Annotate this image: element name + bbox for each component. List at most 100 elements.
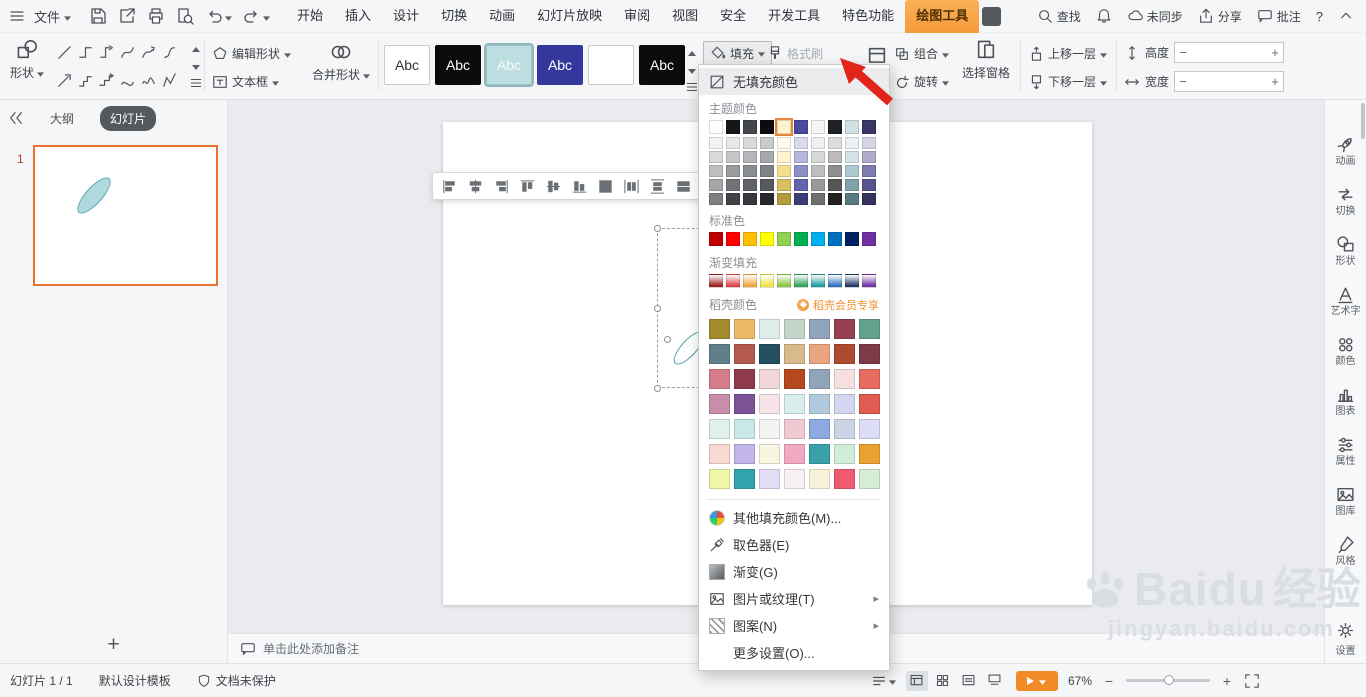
color-swatch[interactable] [811,193,825,205]
align-center-h-icon[interactable] [463,175,488,197]
color-swatch[interactable] [709,151,723,163]
color-swatch[interactable] [777,165,791,177]
distribute-h-icon[interactable] [619,175,644,197]
sidebar-item-图库[interactable]: 图库 [1336,485,1356,517]
color-swatch[interactable] [726,165,740,177]
color-swatch[interactable] [828,165,842,177]
color-swatch[interactable] [794,151,808,163]
color-swatch[interactable] [777,137,791,149]
docer-color-swatch[interactable] [759,319,780,339]
menu-tab-设计[interactable]: 设计 [382,0,430,33]
docer-color-swatch[interactable] [784,444,805,464]
sidebar-item-切换[interactable]: 切换 [1336,185,1356,217]
view-sorter-icon[interactable] [932,671,954,691]
color-swatch[interactable] [726,193,740,205]
color-swatch[interactable] [743,137,757,149]
style-scroll-down-icon[interactable] [684,61,699,77]
docer-color-swatch[interactable] [709,394,730,414]
text-style-preset-2[interactable]: Abc [435,45,481,85]
color-swatch[interactable] [743,193,757,205]
shape-preset-11[interactable] [138,67,159,93]
sidebar-item-颜色[interactable]: 颜色 [1336,335,1356,367]
color-swatch[interactable] [811,137,825,149]
selection-pane-button[interactable]: 选择窗格 [956,39,1016,81]
color-swatch[interactable] [726,137,740,149]
docer-color-swatch[interactable] [709,444,730,464]
color-swatch[interactable] [828,274,842,288]
fill-menu-item[interactable]: 取色器(E) [699,531,889,558]
docer-color-swatch[interactable] [859,444,880,464]
sidebar-item-属性[interactable]: 属性 [1336,435,1356,467]
docer-color-swatch[interactable] [709,419,730,439]
color-swatch[interactable] [845,179,859,191]
docer-color-swatch[interactable] [834,419,855,439]
color-swatch[interactable] [777,151,791,163]
docer-color-swatch[interactable] [734,394,755,414]
shape-handle[interactable] [664,336,671,343]
docer-color-swatch[interactable] [734,344,755,364]
undo-dropdown-icon[interactable] [225,9,233,24]
color-swatch[interactable] [726,151,740,163]
color-swatch[interactable] [845,151,859,163]
redo-dropdown-icon[interactable] [263,9,271,24]
slide-thumbnail[interactable] [33,145,218,286]
color-swatch[interactable] [811,274,825,288]
color-swatch[interactable] [794,179,808,191]
docer-color-swatch[interactable] [759,419,780,439]
shapes-button[interactable]: 形状 [6,39,48,81]
docer-color-swatch[interactable] [809,469,830,489]
search-button[interactable]: 查找 [1037,8,1081,25]
style-scroll-up-icon[interactable] [684,43,699,59]
distribute-v-icon[interactable] [645,175,670,197]
menu-tab-特色功能[interactable]: 特色功能 [831,0,905,33]
height-decrease-button[interactable]: − [1175,43,1191,62]
docer-color-swatch[interactable] [709,319,730,339]
color-swatch[interactable] [794,137,808,149]
color-swatch[interactable] [845,274,859,288]
gallery-scroll-down-icon[interactable] [188,57,203,73]
color-swatch[interactable] [811,232,825,246]
sidebar-item-图表[interactable]: 图表 [1336,385,1356,417]
docer-color-swatch[interactable] [834,344,855,364]
gallery-scroll-up-icon[interactable] [188,39,203,55]
selection-handle[interactable] [654,225,661,232]
color-swatch[interactable] [726,232,740,246]
color-swatch[interactable] [760,274,774,288]
docer-color-swatch[interactable] [734,469,755,489]
color-swatch[interactable] [709,179,723,191]
undo-button[interactable] [205,7,233,25]
color-swatch[interactable] [709,193,723,205]
docer-color-swatch[interactable] [859,419,880,439]
shape-preset-2[interactable] [75,39,96,65]
more-tabs-button[interactable] [982,6,1002,26]
sidebar-item-风格[interactable]: 风格 [1336,535,1356,567]
help-button[interactable]: ? [1316,9,1323,24]
redo-button[interactable] [243,7,271,25]
align-middle-v-icon[interactable] [541,175,566,197]
color-swatch[interactable] [828,151,842,163]
view-normal-icon[interactable] [905,670,928,691]
file-menu-button[interactable]: 文件 [26,7,79,26]
textbox-button[interactable]: 文本框 [212,73,280,90]
view-notes-icon[interactable] [984,671,1006,691]
docer-color-swatch[interactable] [734,444,755,464]
protection-status[interactable]: 文档未保护 [197,672,276,689]
docer-color-swatch[interactable] [734,319,755,339]
sidebar-item-settings[interactable]: 设置 [1325,621,1366,657]
color-swatch[interactable] [743,120,757,134]
shape-preset-8[interactable] [75,67,96,93]
color-swatch[interactable] [794,120,808,134]
docer-color-swatch[interactable] [859,344,880,364]
color-swatch[interactable] [760,151,774,163]
docer-color-swatch[interactable] [784,394,805,414]
color-swatch[interactable] [794,274,808,288]
menu-tab-绘图工具[interactable]: 绘图工具 [905,0,980,33]
view-read-icon[interactable] [958,671,980,691]
width-increase-button[interactable]: + [1267,72,1283,91]
save-icon[interactable] [89,7,107,25]
docer-color-swatch[interactable] [784,469,805,489]
menu-tab-开发工具[interactable]: 开发工具 [757,0,831,33]
docer-color-swatch[interactable] [859,469,880,489]
color-swatch[interactable] [726,120,740,134]
color-swatch[interactable] [777,179,791,191]
